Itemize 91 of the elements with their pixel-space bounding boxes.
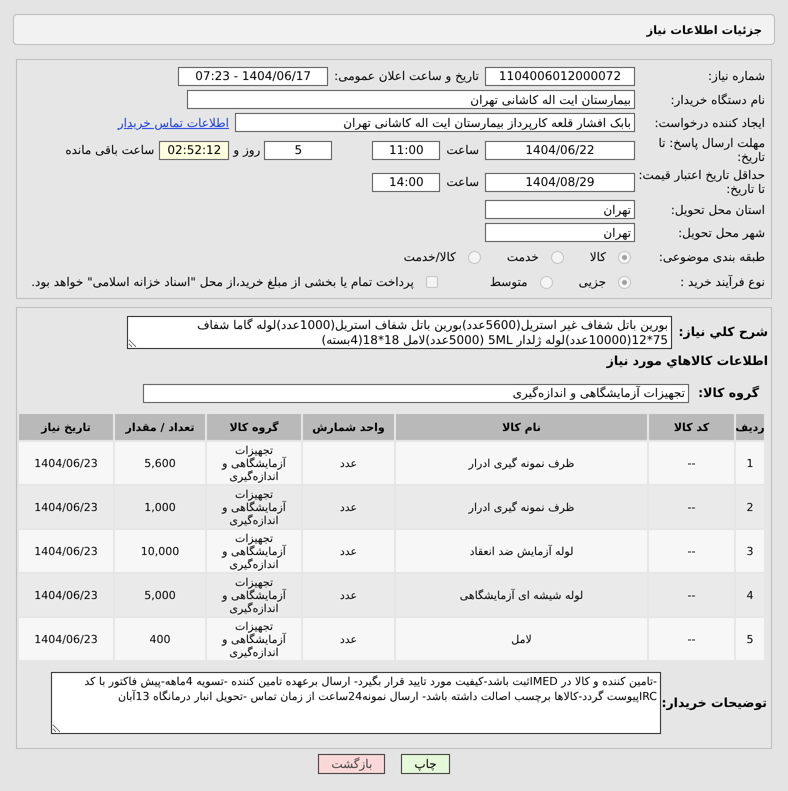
field-label: حداقل تاریخ اعتبار قیمت: تا تاریخ: bbox=[637, 168, 765, 196]
time-label: ساعت bbox=[446, 175, 479, 189]
table-cell: 1404/06/23 bbox=[19, 574, 113, 616]
table-cell: لوله آزمایش ضد انعقاد bbox=[396, 530, 647, 572]
back-button[interactable]: بازگشت bbox=[318, 754, 386, 774]
table-cell: 1404/06/23 bbox=[19, 486, 113, 528]
description-field[interactable]: بورین باتل شفاف غیر استریل(5600عدد)بورین باتل شفاف استریل(1000عدد)لوله گاما شفاف 75*12(10000عدد)لوله ژلدار 5ML (5000عدد)لامل 18*18(4بسته) bbox=[127, 316, 672, 349]
field-label: تاریخ و ساعت اعلان عمومی: bbox=[334, 69, 479, 83]
field-label: نوع فرآیند خرید : bbox=[679, 275, 765, 289]
table-cell: 5 bbox=[736, 618, 764, 660]
print-button[interactable]: چاپ bbox=[401, 754, 450, 774]
table-cell: عدد bbox=[303, 618, 394, 660]
radio-button[interactable] bbox=[540, 276, 553, 288]
radio-button[interactable] bbox=[618, 250, 631, 264]
table-cell: 5,000 bbox=[115, 574, 205, 616]
table-cell: 10,000 bbox=[115, 530, 205, 572]
table-cell: عدد bbox=[303, 530, 394, 572]
radio-label: خدمت bbox=[506, 250, 539, 264]
field-label: استان محل تحویل: bbox=[670, 202, 765, 216]
table-cell: 400 bbox=[115, 618, 205, 660]
field-label: ایجاد کننده درخواست: bbox=[653, 116, 765, 130]
section-title: اطلاعات کالاهاي مورد نياز bbox=[605, 354, 768, 368]
column-header: کد کالا bbox=[649, 414, 734, 440]
column-header: تاریخ نیاز bbox=[19, 414, 113, 440]
table-cell: عدد bbox=[303, 486, 394, 528]
radio-button[interactable] bbox=[550, 250, 564, 264]
table-cell: تجهیزات آزمایشگاهی و اندازه‌گیری bbox=[207, 530, 301, 572]
buyer-notes-field[interactable]: -تامین کننده و کالا در IMEDثبت باشد-کیفیت مورد تایید قرار بگیرد- ارسال برعهده تامین کننده -تسویه 4ماهه-پیش فاکتور با کد IRCپیوست گردد-کالاها برچسب اصالت داشته باشد- ارسال نمونه24ساعت از زمان تماس -تحویل انبار درمانگاه 13آبان bbox=[51, 672, 661, 734]
radio-label: کالا/خدمت bbox=[404, 250, 456, 264]
table-cell: تجهیزات آزمایشگاهی و اندازه‌گیری bbox=[207, 486, 301, 528]
deadline-time-field[interactable]: 11:00 bbox=[372, 140, 440, 160]
checkbox-label: پرداخت تمام یا بخشی از مبلغ خرید،از محل "اسناد خزانه اسلامی" خواهد بود. bbox=[31, 275, 414, 289]
days-field[interactable]: 5 bbox=[264, 140, 332, 160]
province-field[interactable]: تهران bbox=[485, 200, 635, 219]
column-header: ردیف bbox=[736, 414, 764, 440]
table-cell: عدد bbox=[303, 442, 394, 484]
column-header: واحد شمارش bbox=[303, 414, 394, 440]
table-cell: لامل bbox=[396, 618, 647, 660]
announce-date-field[interactable]: 1404/06/17 - 07:23 bbox=[178, 66, 328, 86]
table-cell: 5,600 bbox=[115, 442, 205, 484]
table-cell: ظرف نمونه گیری ادرار bbox=[396, 486, 647, 528]
column-header: تعداد / مقدار bbox=[115, 414, 205, 440]
table-cell: 3 bbox=[736, 530, 764, 572]
page-title: جزئیات اطلاعات نیاز bbox=[13, 14, 775, 45]
radio-label: کالا bbox=[590, 250, 606, 264]
radio-button[interactable] bbox=[618, 276, 631, 288]
field-label: شهر محل تحویل: bbox=[677, 226, 765, 240]
column-header: گروه کالا bbox=[207, 414, 301, 440]
field-label: طبقه بندی موضوعی: bbox=[658, 250, 765, 264]
deadline-date-field[interactable]: 1404/06/22 bbox=[485, 140, 635, 160]
field-label: نام دستگاه خریدار: bbox=[670, 92, 765, 106]
table-cell: 1 bbox=[736, 442, 764, 484]
table-cell: -- bbox=[649, 486, 734, 528]
validity-date-field[interactable]: 1404/08/29 bbox=[485, 172, 635, 192]
table-cell: ظرف نمونه گیری ادرار bbox=[396, 442, 647, 484]
table-cell: -- bbox=[649, 618, 734, 660]
validity-time-field[interactable]: 14:00 bbox=[372, 172, 440, 192]
radio-label: متوسط bbox=[490, 275, 528, 289]
radio-label: جزیی bbox=[578, 275, 606, 289]
days-label: روز و bbox=[233, 143, 260, 157]
table-cell: لوله شیشه ای آزمایشگاهی bbox=[396, 574, 647, 616]
field-label: شماره نیاز: bbox=[707, 69, 765, 83]
table-cell: 1404/06/23 bbox=[19, 530, 113, 572]
requester-field[interactable]: بابک افشار قلعه کارپرداز بیمارستان ایت اله کاشانی تهران bbox=[235, 113, 635, 132]
table-cell: عدد bbox=[303, 574, 394, 616]
table-cell: 1,000 bbox=[115, 486, 205, 528]
table-cell: 4 bbox=[736, 574, 764, 616]
table-cell: تجهیزات آزمایشگاهی و اندازه‌گیری bbox=[207, 618, 301, 660]
table-cell: -- bbox=[649, 530, 734, 572]
remaining-label: ساعت باقی مانده bbox=[65, 143, 154, 157]
table-cell: -- bbox=[649, 574, 734, 616]
table-cell: -- bbox=[649, 442, 734, 484]
radio-button[interactable] bbox=[468, 250, 481, 264]
time-label: ساعت bbox=[446, 143, 479, 157]
table-cell: تجهیزات آزمایشگاهی و اندازه‌گیری bbox=[207, 442, 301, 484]
table-cell: 1404/06/23 bbox=[19, 618, 113, 660]
table-cell: 1404/06/23 bbox=[19, 442, 113, 484]
need-number-field[interactable]: 1104006012000072 bbox=[485, 66, 635, 86]
contact-link[interactable]: اطلاعات تماس خریدار bbox=[118, 116, 229, 130]
table-cell: 2 bbox=[736, 486, 764, 528]
field-label: مهلت ارسال پاسخ: تا تاریخ: bbox=[657, 136, 765, 164]
checkbox[interactable] bbox=[426, 276, 438, 288]
goods-group-field[interactable]: تجهیزات آزمایشگاهی و اندازه‌گیری bbox=[143, 384, 689, 402]
field-label: شرح کلي نياز: bbox=[678, 325, 768, 339]
buyer-field[interactable]: بیمارستان ایت اله کاشانی تهران bbox=[187, 90, 635, 109]
remaining-time-field[interactable]: 02:52:12 bbox=[159, 140, 230, 160]
field-label: گروه کالا: bbox=[697, 386, 760, 400]
field-label: توضیحات خریدار: bbox=[661, 696, 768, 710]
column-header: نام کالا bbox=[396, 414, 647, 440]
table-cell: تجهیزات آزمایشگاهی و اندازه‌گیری bbox=[207, 574, 301, 616]
city-field[interactable]: تهران bbox=[485, 223, 635, 242]
